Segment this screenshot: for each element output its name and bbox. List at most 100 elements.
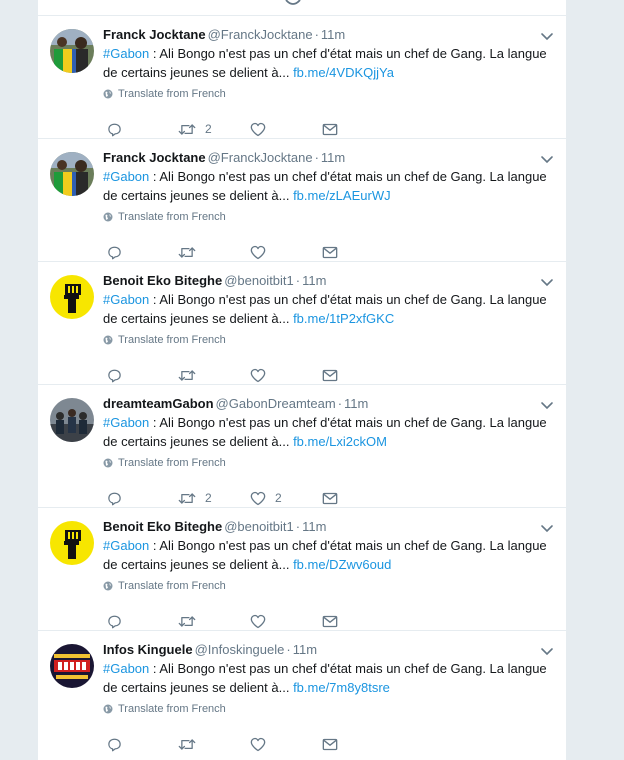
avatar[interactable] <box>50 275 94 319</box>
tweet-link[interactable]: fb.me/7m8y8tsre <box>293 680 390 695</box>
author-name[interactable]: Franck Jocktane <box>103 150 206 165</box>
reply-button[interactable] <box>107 613 122 629</box>
envelope-icon <box>322 369 338 381</box>
author-handle[interactable]: @FranckJocktane <box>208 27 313 42</box>
timestamp[interactable]: 11m <box>321 27 345 42</box>
reply-icon <box>108 492 121 505</box>
reply-button[interactable] <box>107 367 122 383</box>
author-handle[interactable]: @FranckJocktane <box>208 150 313 165</box>
heart-icon <box>250 368 266 382</box>
heart-icon <box>250 491 266 505</box>
tweet-link[interactable]: fb.me/Lxi2ckOM <box>293 434 387 449</box>
likes-count: 2 <box>275 491 282 505</box>
more-options-button[interactable] <box>540 151 554 164</box>
like-button[interactable] <box>250 244 275 260</box>
time-separator: · <box>314 150 319 165</box>
direct-message-button[interactable] <box>322 613 338 629</box>
like-button[interactable]: 2 <box>250 490 282 506</box>
like-button[interactable] <box>250 736 275 752</box>
tweet-actions <box>103 244 403 260</box>
like-button[interactable] <box>250 613 275 629</box>
fist-avatar <box>50 521 94 565</box>
direct-message-button[interactable] <box>322 121 338 137</box>
avatar[interactable] <box>50 644 94 688</box>
author-name[interactable]: Franck Jocktane <box>103 27 206 42</box>
hashtag-link[interactable]: #Gabon <box>103 292 149 307</box>
retweet-icon <box>178 123 196 135</box>
retweet-button[interactable] <box>178 244 205 260</box>
author-name[interactable]: Benoit Eko Biteghe <box>103 519 222 534</box>
hashtag-link[interactable]: #Gabon <box>103 538 149 553</box>
hashtag-link[interactable]: #Gabon <box>103 661 149 676</box>
tweet-link[interactable]: fb.me/zLAEurWJ <box>293 188 391 203</box>
reply-button[interactable] <box>107 121 122 137</box>
globe-icon <box>103 335 113 345</box>
like-button[interactable] <box>250 367 275 383</box>
hashtag-link[interactable]: #Gabon <box>103 415 149 430</box>
translate-button[interactable]: Translate from French <box>103 579 554 593</box>
group-avatar <box>50 398 94 442</box>
avatar[interactable] <box>50 29 94 73</box>
more-options-button[interactable] <box>540 520 554 533</box>
tweet-item: Infos Kinguele @Infoskinguele · 11m #Gabon :… <box>38 631 566 754</box>
heart-icon <box>250 245 266 259</box>
globe-icon <box>103 89 113 99</box>
timestamp[interactable]: 11m <box>293 642 317 657</box>
reply-button[interactable] <box>107 736 122 752</box>
tweet-text: #Gabon : Ali Bongo n'est pas un chef d'é… <box>103 167 554 205</box>
direct-message-button[interactable] <box>322 490 338 506</box>
tweet-text: #Gabon : Ali Bongo n'est pas un chef d'é… <box>103 659 554 697</box>
retweet-button[interactable] <box>178 736 205 752</box>
avatar[interactable] <box>50 398 94 442</box>
translate-button[interactable]: Translate from French <box>103 702 554 716</box>
author-handle[interactable]: @benoitbit1 <box>224 519 294 534</box>
retweets-count: 2 <box>205 122 212 136</box>
chevron-down-icon <box>541 648 553 656</box>
retweet-button[interactable]: 2 <box>178 121 212 137</box>
timestamp[interactable]: 11m <box>302 519 326 534</box>
tweet-text: #Gabon : Ali Bongo n'est pas un chef d'é… <box>103 536 554 574</box>
hashtag-link[interactable]: #Gabon <box>103 46 149 61</box>
chevron-down-icon <box>541 525 553 533</box>
tweet-link[interactable]: fb.me/1tP2xfGKC <box>293 311 394 326</box>
heart-icon[interactable] <box>285 0 301 8</box>
tweet-header: Benoit Eko Biteghe @benoitbit1 · 11m <box>103 518 554 535</box>
author-handle[interactable]: @GabonDreamteam <box>216 396 336 411</box>
timestamp[interactable]: 11m <box>321 150 345 165</box>
more-options-button[interactable] <box>540 397 554 410</box>
tweet-link[interactable]: fb.me/DZwv6oud <box>293 557 391 572</box>
translate-button[interactable]: Translate from French <box>103 333 554 347</box>
translate-button[interactable]: Translate from French <box>103 87 554 101</box>
translate-button[interactable]: Translate from French <box>103 456 554 470</box>
tweet-link[interactable]: fb.me/4VDKQjjYa <box>293 65 394 80</box>
reply-button[interactable] <box>107 490 122 506</box>
direct-message-button[interactable] <box>322 736 338 752</box>
tweet-item: dreamteamGabon @GabonDreamteam · 11m #Gabon … <box>38 385 566 508</box>
more-options-button[interactable] <box>540 274 554 287</box>
retweet-button[interactable] <box>178 613 205 629</box>
author-name[interactable]: dreamteamGabon <box>103 396 214 411</box>
author-name[interactable]: Benoit Eko Biteghe <box>103 273 222 288</box>
previous-tweet-actions <box>38 0 566 15</box>
retweet-button[interactable] <box>178 367 205 383</box>
author-handle[interactable]: @Infoskinguele <box>195 642 285 657</box>
timestamp[interactable]: 11m <box>302 273 326 288</box>
more-options-button[interactable] <box>540 28 554 41</box>
chevron-down-icon <box>541 279 553 287</box>
chevron-down-icon <box>541 402 553 410</box>
franck-avatar <box>50 29 94 73</box>
timestamp[interactable]: 11m <box>344 396 368 411</box>
author-handle[interactable]: @benoitbit1 <box>224 273 294 288</box>
reply-button[interactable] <box>107 244 122 260</box>
direct-message-button[interactable] <box>322 244 338 260</box>
translate-button[interactable]: Translate from French <box>103 210 554 224</box>
like-button[interactable] <box>250 121 275 137</box>
avatar[interactable] <box>50 521 94 565</box>
retweet-button[interactable]: 2 <box>178 490 212 506</box>
author-name[interactable]: Infos Kinguele <box>103 642 193 657</box>
hashtag-link[interactable]: #Gabon <box>103 169 149 184</box>
heart-icon <box>250 614 266 628</box>
more-options-button[interactable] <box>540 643 554 656</box>
avatar[interactable] <box>50 152 94 196</box>
direct-message-button[interactable] <box>322 367 338 383</box>
